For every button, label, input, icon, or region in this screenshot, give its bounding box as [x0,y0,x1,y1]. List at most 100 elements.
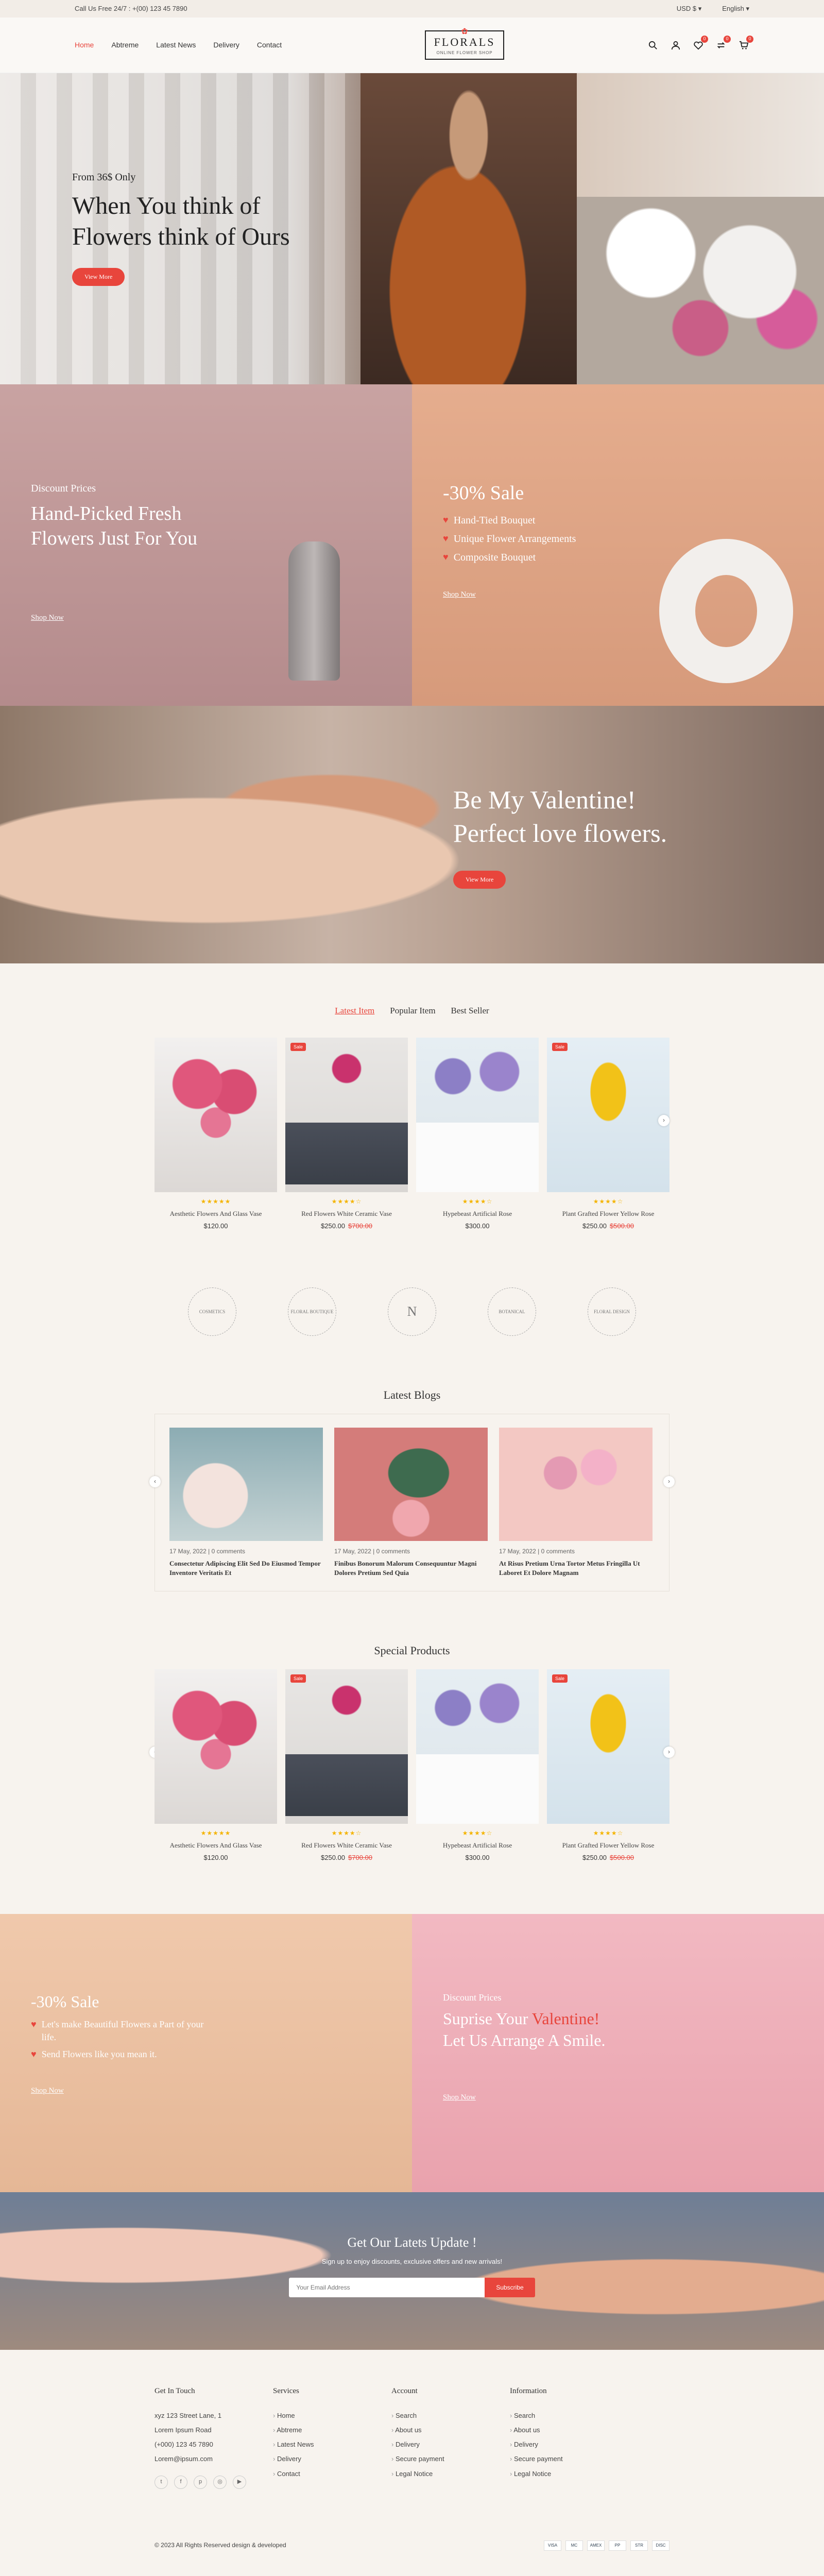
product-image[interactable]: Sale [547,1037,670,1192]
promo-sale-shop-link[interactable]: Shop Now [31,2086,64,2096]
footer-link[interactable]: Search [510,2411,628,2420]
product-card[interactable]: ★★★★★ Aesthetic Flowers And Glass Vase $… [154,1669,277,1862]
footer-link[interactable]: Contact [273,2469,391,2479]
product-name[interactable]: Plant Grafted Flower Yellow Rose [547,1841,670,1850]
nav-latest-news[interactable]: Latest News [156,40,196,50]
brand-logo[interactable]: FLORAL DESIGN [588,1287,636,1336]
banner-discount-shop-link[interactable]: Shop Now [31,613,64,623]
nav-contact[interactable]: Contact [257,40,282,50]
product-image[interactable]: Sale [547,1669,670,1824]
footer-link[interactable]: Secure payment [510,2454,628,2464]
product-card[interactable]: Sale ★★★★☆ Plant Grafted Flower Yellow R… [547,1037,670,1231]
valentine-title: Be My Valentine! Perfect love flowers. [453,783,667,850]
product-card[interactable]: Sale ★★★★☆ Plant Grafted Flower Yellow R… [547,1669,670,1862]
price-current: $250.00 [321,1853,345,1861]
footer-link[interactable]: Delivery [510,2440,628,2449]
instagram-icon[interactable]: ◎ [213,2475,227,2489]
promo-valentine-title: Suprise Your Valentine! Let Us Arrange A … [443,2008,606,2051]
blog-title[interactable]: At Risus Pretium Urna Tortor Metus Fring… [499,1559,653,1578]
youtube-icon[interactable]: ▶ [233,2475,246,2489]
blogs-title: Latest Blogs [383,1388,441,1401]
nav-delivery[interactable]: Delivery [213,40,239,50]
footer-link[interactable]: Secure payment [391,2454,510,2464]
footer-link[interactable]: Home [273,2411,391,2420]
nav-home[interactable]: Home [75,40,94,50]
footer-phone[interactable]: (+000) 123 45 7890 [154,2440,273,2449]
promo-line1: Suprise Your [443,2009,532,2028]
blog-meta: 17 May, 2022 | 0 comments [334,1547,410,1555]
product-image[interactable]: Sale [285,1669,408,1824]
footer-link[interactable]: About us [391,2426,510,2435]
blog-image[interactable] [499,1427,653,1541]
product-name[interactable]: Aesthetic Flowers And Glass Vase [154,1209,277,1218]
carousel-next-icon[interactable]: › [663,1746,675,1758]
compare-icon[interactable]: 0 [715,35,731,51]
user-icon[interactable] [670,40,681,51]
search-icon[interactable] [647,40,659,51]
twitter-icon[interactable]: t [154,2475,168,2489]
subscribe-button[interactable]: Subscribe [485,2278,535,2298]
product-image[interactable]: Sale [285,1037,408,1192]
promo-valentine-label: Discount Prices [443,1992,502,2003]
brand-logo[interactable]: COSMETICS [188,1287,236,1336]
banner-sale-shop-link[interactable]: Shop Now [443,589,476,600]
valentine-view-more-button[interactable]: View More [453,871,506,889]
blog-title[interactable]: Finibus Bonorum Malorum Consequuntur Mag… [334,1559,488,1578]
wishlist-icon[interactable]: 0 [693,35,708,51]
carousel-prev-icon[interactable]: ‹ [149,1476,161,1487]
product-name[interactable]: Aesthetic Flowers And Glass Vase [154,1841,277,1850]
footer-link[interactable]: Legal Notice [391,2469,510,2479]
product-image[interactable] [416,1037,539,1192]
tab-best-seller[interactable]: Best Seller [451,1005,489,1017]
product-image[interactable] [154,1037,277,1192]
cart-icon[interactable]: 0 [738,35,753,51]
brand-logos: COSMETICS FLORAL BOUTIQUE N BOTANICAL FL… [0,1287,824,1336]
blog-card[interactable]: 17 May, 2022 | 0 comments Consectetur Ad… [169,1427,323,1578]
footer-link[interactable]: Latest News [273,2440,391,2449]
blog-card[interactable]: 17 May, 2022 | 0 comments At Risus Preti… [499,1427,653,1578]
footer-link[interactable]: About us [510,2426,628,2435]
footer-link[interactable]: Legal Notice [510,2469,628,2479]
blog-title[interactable]: Consectetur Adipiscing Elit Sed Do Eiusm… [169,1559,323,1578]
footer-email[interactable]: Lorem@ipsum.com [154,2454,273,2464]
facebook-icon[interactable]: f [174,2475,187,2489]
product-card[interactable]: ★★★★★ Aesthetic Flowers And Glass Vase $… [154,1037,277,1231]
product-name[interactable]: Plant Grafted Flower Yellow Rose [547,1209,670,1218]
product-card[interactable]: Sale ★★★★☆ Red Flowers White Ceramic Vas… [285,1669,408,1862]
promo-valentine-shop-link[interactable]: Shop Now [443,2092,476,2103]
footer-link[interactable]: Delivery [391,2440,510,2449]
language-select[interactable]: English ▾ [722,4,749,13]
blog-card[interactable]: 17 May, 2022 | 0 comments Finibus Bonoru… [334,1427,488,1578]
brand-logo[interactable]: BOTANICAL [488,1287,536,1336]
product-price: $120.00 [154,1853,277,1862]
blog-image[interactable] [334,1427,488,1541]
list-item: ♥ Send Flowers like you mean it. [31,2048,212,2061]
product-name[interactable]: Hypebeast Artificial Rose [416,1209,539,1218]
product-image[interactable] [416,1669,539,1824]
carousel-next-icon[interactable]: › [663,1476,675,1487]
product-card[interactable]: ★★★★☆ Hypebeast Artificial Rose $300.00 [416,1669,539,1862]
footer-link[interactable]: Delivery [273,2454,391,2464]
hero-view-more-button[interactable]: View More [72,268,125,286]
price-old: $700.00 [348,1853,372,1861]
product-card[interactable]: Sale ★★★★☆ Red Flowers White Ceramic Vas… [285,1037,408,1231]
product-card[interactable]: ★★★★☆ Hypebeast Artificial Rose $300.00 [416,1037,539,1231]
nav-abtreme[interactable]: Abtreme [111,40,139,50]
product-name[interactable]: Red Flowers White Ceramic Vase [285,1841,408,1850]
blog-meta: 17 May, 2022 | 0 comments [169,1547,245,1555]
product-name[interactable]: Red Flowers White Ceramic Vase [285,1209,408,1218]
currency-select[interactable]: USD $ ▾ [677,4,701,13]
footer-link[interactable]: Abtreme [273,2426,391,2435]
footer-link[interactable]: Search [391,2411,510,2420]
brand-logo[interactable]: FLORAL BOUTIQUE [288,1287,336,1336]
product-name[interactable]: Hypebeast Artificial Rose [416,1841,539,1850]
tab-latest-item[interactable]: Latest Item [335,1005,374,1017]
pinterest-icon[interactable]: p [194,2475,207,2489]
blog-image[interactable] [169,1427,323,1541]
brand-logo[interactable]: N [388,1287,436,1336]
carousel-next-icon[interactable]: › [658,1114,670,1126]
tab-popular-item[interactable]: Popular Item [390,1005,435,1017]
product-image[interactable] [154,1669,277,1824]
logo[interactable]: ✿ FLORALS ONLINE FLOWER SHOP [424,27,505,60]
email-field[interactable] [289,2278,485,2298]
